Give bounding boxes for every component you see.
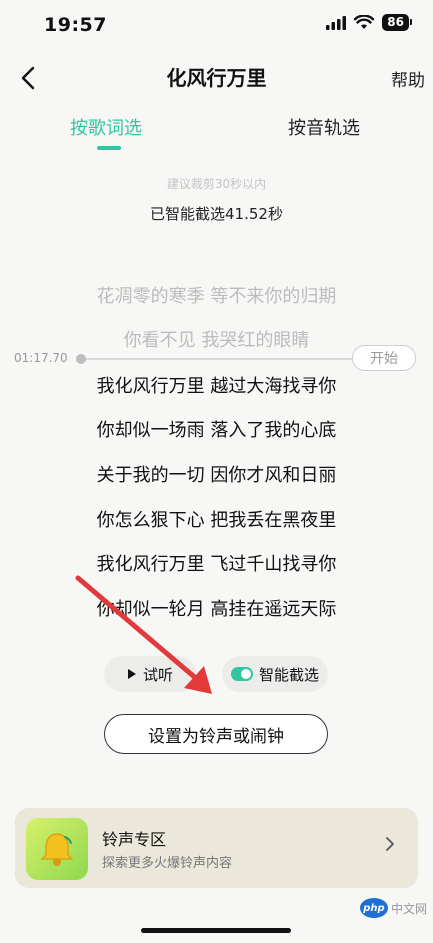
tab-select-by-track[interactable]: 按音轨选	[288, 114, 360, 140]
cellular-signal-icon	[326, 15, 347, 30]
lyric-line[interactable]: 你怎么狠下心 把我丢在黑夜里	[0, 506, 433, 532]
start-marker-button[interactable]: 开始	[352, 345, 416, 371]
selection-duration: 已智能截选41.52秒	[150, 205, 283, 223]
smart-select-label: 智能截选	[258, 665, 319, 684]
status-time: 19:57	[44, 14, 107, 36]
active-tab-indicator	[97, 146, 121, 150]
site-watermark: php 中文网	[359, 898, 427, 918]
status-icons: 86	[326, 14, 412, 31]
lyric-line[interactable]: 我化风行万里 飞过千山找寻你	[0, 550, 433, 576]
preview-button[interactable]: 试听	[104, 656, 196, 692]
battery-indicator: 86	[382, 14, 412, 31]
watermark-badge: php	[359, 898, 388, 918]
home-indicator[interactable]	[141, 928, 291, 933]
selection-start-line	[80, 358, 355, 360]
ringtone-zone-title: 铃声专区	[102, 830, 167, 849]
lyric-line[interactable]: 我化风行万里 越过大海找寻你	[0, 372, 433, 398]
bell-icon	[26, 818, 88, 880]
help-button[interactable]: 帮助	[391, 66, 425, 91]
toggle-switch-icon	[230, 667, 253, 681]
ringtone-zone-subtitle: 探索更多火爆铃声内容	[102, 856, 233, 871]
page-title: 化风行万里	[166, 66, 267, 90]
wifi-icon	[354, 15, 375, 29]
watermark-text: 中文网	[390, 901, 427, 916]
play-icon	[127, 669, 136, 679]
tab-select-by-lyrics[interactable]: 按歌词选	[70, 114, 142, 140]
lyric-line[interactable]: 花凋零的寒季 等不来你的归期	[0, 282, 433, 308]
set-ringtone-alarm-button[interactable]: 设置为铃声或闹钟	[104, 714, 328, 754]
lyric-line[interactable]: 你却似一轮月 高挂在遥远天际	[0, 595, 433, 621]
trim-hint: 建议裁剪30秒以内	[166, 177, 267, 191]
lyric-line[interactable]: 你却似一场雨 落入了我的心底	[0, 416, 433, 442]
smart-select-toggle[interactable]: 智能截选	[222, 656, 328, 692]
start-timestamp: 01:17.70	[14, 351, 68, 365]
selection-start-handle[interactable]	[76, 354, 86, 364]
lyric-line[interactable]: 关于我的一切 因你才风和日丽	[0, 461, 433, 487]
preview-label: 试听	[142, 665, 173, 684]
chevron-right-icon	[385, 836, 395, 856]
